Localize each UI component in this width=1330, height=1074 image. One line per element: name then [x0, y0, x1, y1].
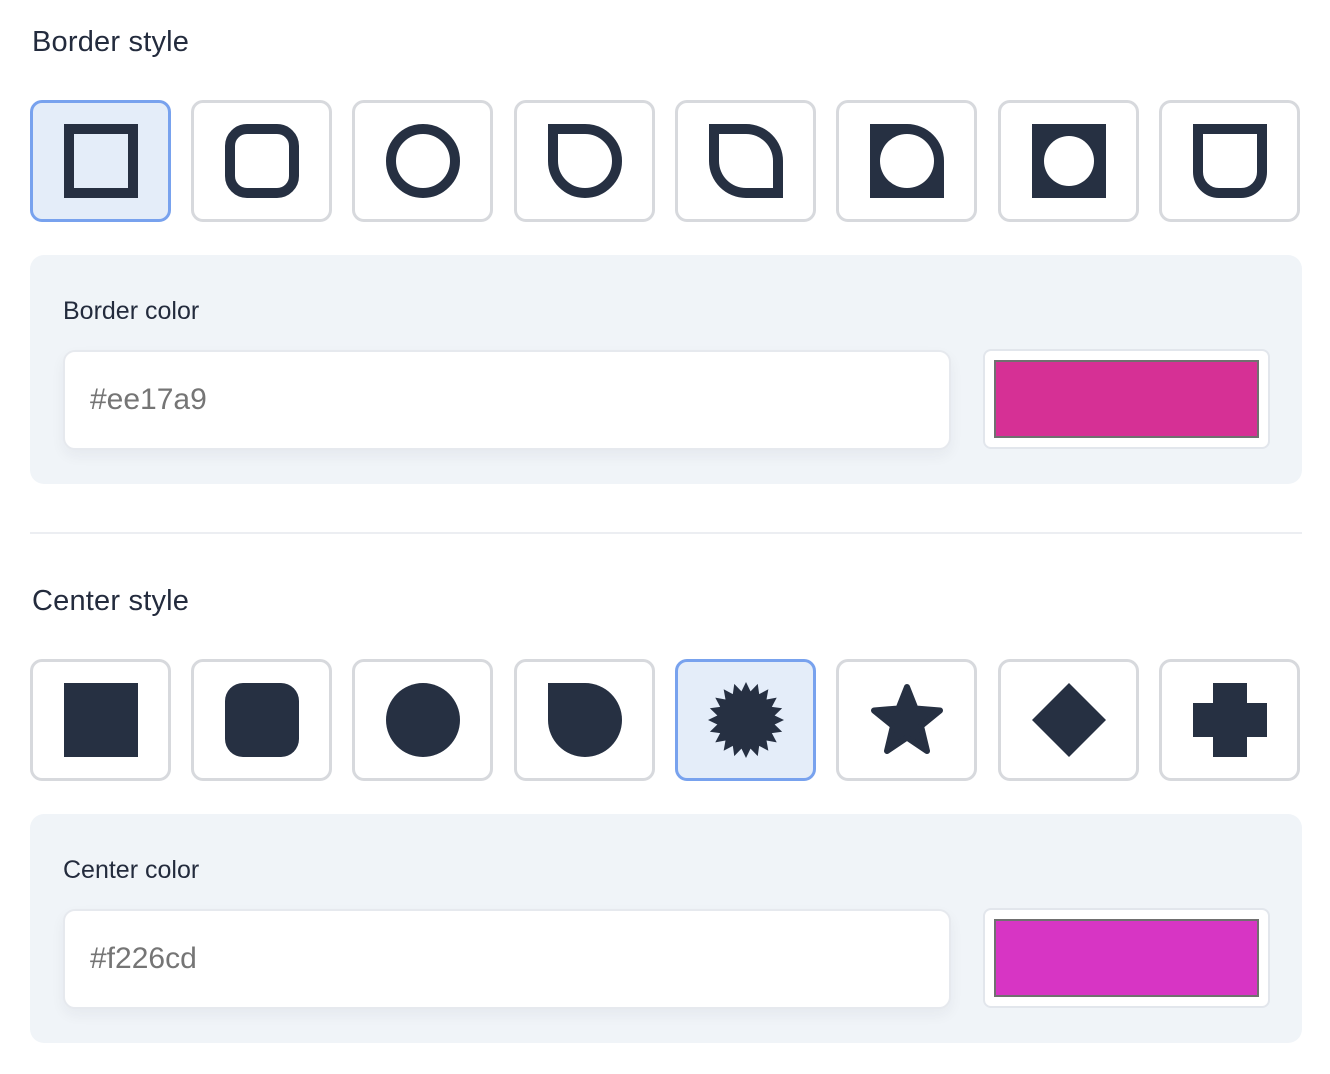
center-style-options — [30, 659, 1302, 783]
border-style-options — [30, 100, 1302, 224]
border-style-option-circle[interactable] — [352, 100, 493, 222]
star-icon — [870, 684, 943, 754]
border-style-heading: Border style — [32, 26, 190, 58]
rounded-square-frame-icon — [224, 124, 299, 198]
center-style-option-star[interactable] — [836, 659, 977, 781]
center-color-swatch — [994, 919, 1259, 997]
square-icon — [63, 683, 138, 757]
plus-icon — [1192, 683, 1267, 757]
border-style-option-rounded-square[interactable] — [191, 100, 332, 222]
center-color-panel: Center color — [30, 814, 1302, 1043]
border-style-option-leaf[interactable] — [675, 100, 816, 222]
leaf-frame-icon — [708, 124, 783, 198]
center-style-option-rounded-square[interactable] — [191, 659, 332, 781]
circle-frame-icon — [385, 124, 460, 198]
square-frame-icon — [63, 124, 138, 198]
square-circle-cutout-frame-icon — [1031, 124, 1106, 198]
border-style-option-bottom-rounded[interactable] — [1159, 100, 1300, 222]
burst-icon — [707, 682, 784, 758]
border-color-panel: Border color — [30, 255, 1302, 484]
center-style-heading: Center style — [32, 585, 190, 617]
center-style-option-circle[interactable] — [352, 659, 493, 781]
center-color-input[interactable] — [63, 909, 951, 1009]
diamond-icon — [1031, 683, 1106, 757]
half-rounded-frame-icon — [547, 124, 622, 199]
center-color-label: Center color — [63, 856, 200, 884]
border-style-option-square[interactable] — [30, 100, 171, 222]
rounded-square-icon — [224, 683, 299, 757]
center-style-option-plus[interactable] — [1159, 659, 1300, 781]
leaf-frame-cutout-icon — [869, 124, 944, 198]
circle-icon — [385, 683, 460, 757]
border-color-input[interactable] — [63, 350, 951, 450]
border-color-label: Border color — [63, 297, 200, 325]
bottom-rounded-frame-icon — [1192, 124, 1267, 198]
section-divider — [30, 532, 1302, 534]
border-style-option-half-rounded[interactable] — [514, 100, 655, 222]
border-color-swatch — [994, 360, 1259, 438]
center-color-picker[interactable] — [983, 908, 1270, 1008]
center-style-option-diamond[interactable] — [998, 659, 1139, 781]
half-rounded-icon — [547, 683, 622, 757]
center-style-option-square[interactable] — [30, 659, 171, 781]
center-style-option-half-rounded[interactable] — [514, 659, 655, 781]
border-style-option-square-circle[interactable] — [998, 100, 1139, 222]
border-color-picker[interactable] — [983, 349, 1270, 449]
border-style-option-leaf-cutout[interactable] — [836, 100, 977, 222]
center-style-option-burst[interactable] — [675, 659, 816, 781]
